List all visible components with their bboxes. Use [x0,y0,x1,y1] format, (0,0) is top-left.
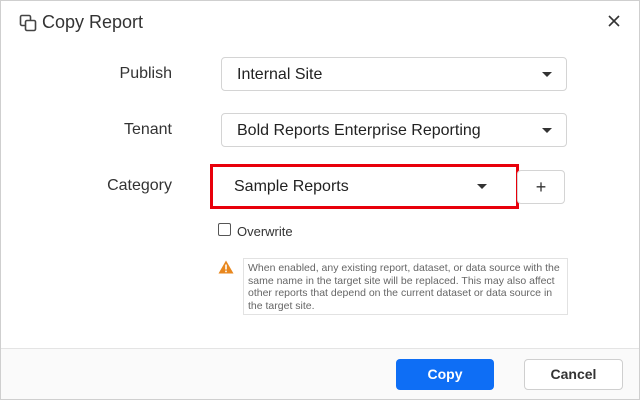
overwrite-checkbox[interactable] [218,223,231,236]
plus-icon: + [535,177,547,197]
chevron-down-icon [542,72,552,77]
tenant-value: Bold Reports Enterprise Reporting [237,122,481,139]
publish-select[interactable]: Internal Site [221,57,567,91]
publish-label: Publish [119,65,172,82]
copy-button[interactable]: Copy [396,359,494,390]
overwrite-warning-note: When enabled, any existing report, datas… [243,258,568,315]
add-category-button[interactable]: + [517,170,565,204]
category-label: Category [107,177,172,194]
chevron-down-icon [542,128,552,133]
tenant-select[interactable]: Bold Reports Enterprise Reporting [221,113,567,147]
publish-value: Internal Site [237,66,323,83]
warning-icon [218,260,234,274]
overwrite-label[interactable]: Overwrite [237,224,293,239]
copy-icon [19,14,37,32]
tenant-label: Tenant [123,121,172,138]
cancel-button[interactable]: Cancel [524,359,623,390]
category-highlight-box [210,164,519,209]
dialog-header: Copy Report [1,1,639,45]
copy-report-dialog: Copy Report Publish Internal Site Tenant… [0,0,640,400]
dialog-title: Copy Report [42,12,144,32]
close-icon[interactable] [605,12,623,30]
